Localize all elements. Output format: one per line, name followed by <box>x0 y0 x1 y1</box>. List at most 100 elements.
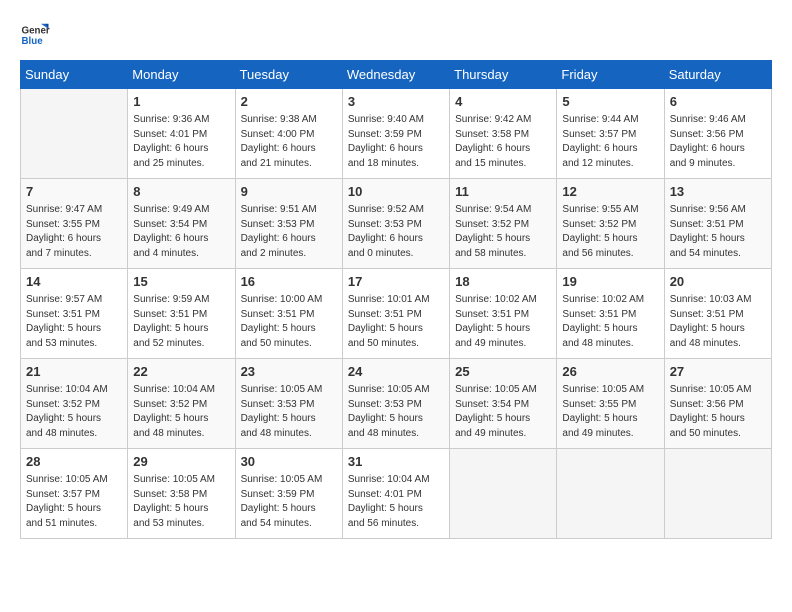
day-content: Sunrise: 9:49 AM Sunset: 3:54 PM Dayligh… <box>133 203 229 261</box>
day-number: 20 <box>670 273 766 291</box>
calendar-cell: 2 Sunrise: 9:38 AM Sunset: 4:00 PM Daylig… <box>235 89 342 179</box>
calendar-cell: 4 Sunrise: 9:42 AM Sunset: 3:58 PM Daylig… <box>450 89 557 179</box>
logo-icon: General Blue <box>20 20 50 50</box>
calendar-cell: 31 Sunrise: 10:04 AM Sunset: 4:01 PM Dayl… <box>342 449 449 539</box>
calendar-cell: 5 Sunrise: 9:44 AM Sunset: 3:57 PM Daylig… <box>557 89 664 179</box>
calendar-week-5: 28 Sunrise: 10:05 AM Sunset: 3:57 PM Dayl… <box>21 449 772 539</box>
day-content: Sunrise: 9:44 AM Sunset: 3:57 PM Dayligh… <box>562 113 658 171</box>
day-content: Sunrise: 10:04 AM Sunset: 3:52 PM Daylig… <box>26 383 122 441</box>
svg-text:General: General <box>22 26 51 37</box>
day-number: 4 <box>455 93 551 111</box>
calendar-cell: 16Sunrise: 10:00 AM Sunset: 3:51 PM Dayl… <box>235 269 342 359</box>
day-number: 7 <box>26 183 122 201</box>
day-content: Sunrise: 10:05 AM Sunset: 3:58 PM Daylig… <box>133 473 229 531</box>
day-content: Sunrise: 10:05 AM Sunset: 3:56 PM Daylig… <box>670 383 766 441</box>
calendar-cell <box>21 89 128 179</box>
logo: General Blue <box>20 20 50 50</box>
day-number: 11 <box>455 183 551 201</box>
calendar-cell: 6 Sunrise: 9:46 AM Sunset: 3:56 PM Daylig… <box>664 89 771 179</box>
calendar-cell: 9 Sunrise: 9:51 AM Sunset: 3:53 PM Daylig… <box>235 179 342 269</box>
day-content: Sunrise: 9:56 AM Sunset: 3:51 PM Dayligh… <box>670 203 766 261</box>
day-header-thursday: Thursday <box>450 61 557 89</box>
day-content: Sunrise: 10:05 AM Sunset: 3:54 PM Daylig… <box>455 383 551 441</box>
day-header-monday: Monday <box>128 61 235 89</box>
calendar-cell <box>450 449 557 539</box>
calendar-cell: 23Sunrise: 10:05 AM Sunset: 3:53 PM Dayl… <box>235 359 342 449</box>
day-content: Sunrise: 9:42 AM Sunset: 3:58 PM Dayligh… <box>455 113 551 171</box>
day-number: 14 <box>26 273 122 291</box>
calendar-cell: 7Sunrise: 9:47 AM Sunset: 3:55 PM Daylig… <box>21 179 128 269</box>
day-content: Sunrise: 9:54 AM Sunset: 3:52 PM Dayligh… <box>455 203 551 261</box>
day-number: 10 <box>348 183 444 201</box>
day-number: 18 <box>455 273 551 291</box>
day-header-tuesday: Tuesday <box>235 61 342 89</box>
calendar-cell: 10 Sunrise: 9:52 AM Sunset: 3:53 PM Dayli… <box>342 179 449 269</box>
day-number: 12 <box>562 183 658 201</box>
day-number: 5 <box>562 93 658 111</box>
calendar-cell: 14 Sunrise: 9:57 AM Sunset: 3:51 PM Dayli… <box>21 269 128 359</box>
calendar-cell: 1Sunrise: 9:36 AM Sunset: 4:01 PM Daylig… <box>128 89 235 179</box>
calendar-cell: 22Sunrise: 10:04 AM Sunset: 3:52 PM Dayl… <box>128 359 235 449</box>
calendar-cell: 25Sunrise: 10:05 AM Sunset: 3:54 PM Dayl… <box>450 359 557 449</box>
day-content: Sunrise: 10:05 AM Sunset: 3:59 PM Daylig… <box>241 473 337 531</box>
day-number: 24 <box>348 363 444 381</box>
calendar-cell: 12 Sunrise: 9:55 AM Sunset: 3:52 PM Dayli… <box>557 179 664 269</box>
day-number: 3 <box>348 93 444 111</box>
calendar-week-1: 1Sunrise: 9:36 AM Sunset: 4:01 PM Daylig… <box>21 89 772 179</box>
day-number: 21 <box>26 363 122 381</box>
day-content: Sunrise: 10:03 AM Sunset: 3:51 PM Daylig… <box>670 293 766 351</box>
calendar-cell: 27 Sunrise: 10:05 AM Sunset: 3:56 PM Dayl… <box>664 359 771 449</box>
day-content: Sunrise: 10:04 AM Sunset: 4:01 PM Daylig… <box>348 473 444 531</box>
day-number: 15 <box>133 273 229 291</box>
day-number: 19 <box>562 273 658 291</box>
day-content: Sunrise: 10:01 AM Sunset: 3:51 PM Daylig… <box>348 293 444 351</box>
svg-text:Blue: Blue <box>22 36 44 47</box>
day-content: Sunrise: 10:02 AM Sunset: 3:51 PM Daylig… <box>455 293 551 351</box>
calendar-cell: 17 Sunrise: 10:01 AM Sunset: 3:51 PM Dayl… <box>342 269 449 359</box>
day-number: 28 <box>26 453 122 471</box>
day-number: 6 <box>670 93 766 111</box>
calendar-cell: 18 Sunrise: 10:02 AM Sunset: 3:51 PM Dayl… <box>450 269 557 359</box>
day-content: Sunrise: 9:40 AM Sunset: 3:59 PM Dayligh… <box>348 113 444 171</box>
calendar-cell: 19 Sunrise: 10:02 AM Sunset: 3:51 PM Dayl… <box>557 269 664 359</box>
calendar-cell: 20 Sunrise: 10:03 AM Sunset: 3:51 PM Dayl… <box>664 269 771 359</box>
calendar-cell: 26Sunrise: 10:05 AM Sunset: 3:55 PM Dayl… <box>557 359 664 449</box>
calendar-cell: 8 Sunrise: 9:49 AM Sunset: 3:54 PM Daylig… <box>128 179 235 269</box>
calendar-cell: 24Sunrise: 10:05 AM Sunset: 3:53 PM Dayl… <box>342 359 449 449</box>
day-number: 9 <box>241 183 337 201</box>
calendar-week-4: 21 Sunrise: 10:04 AM Sunset: 3:52 PM Dayl… <box>21 359 772 449</box>
day-content: Sunrise: 9:52 AM Sunset: 3:53 PM Dayligh… <box>348 203 444 261</box>
calendar-cell: 29Sunrise: 10:05 AM Sunset: 3:58 PM Dayl… <box>128 449 235 539</box>
day-content: Sunrise: 9:38 AM Sunset: 4:00 PM Dayligh… <box>241 113 337 171</box>
calendar-header-row: SundayMondayTuesdayWednesdayThursdayFrid… <box>21 61 772 89</box>
day-number: 13 <box>670 183 766 201</box>
calendar-cell: 15 Sunrise: 9:59 AM Sunset: 3:51 PM Dayli… <box>128 269 235 359</box>
day-number: 23 <box>241 363 337 381</box>
day-content: Sunrise: 9:55 AM Sunset: 3:52 PM Dayligh… <box>562 203 658 261</box>
calendar-cell: 13 Sunrise: 9:56 AM Sunset: 3:51 PM Dayli… <box>664 179 771 269</box>
calendar-cell: 3 Sunrise: 9:40 AM Sunset: 3:59 PM Daylig… <box>342 89 449 179</box>
day-content: Sunrise: 10:00 AM Sunset: 3:51 PM Daylig… <box>241 293 337 351</box>
calendar-cell: 30Sunrise: 10:05 AM Sunset: 3:59 PM Dayl… <box>235 449 342 539</box>
day-header-sunday: Sunday <box>21 61 128 89</box>
day-content: Sunrise: 10:05 AM Sunset: 3:57 PM Daylig… <box>26 473 122 531</box>
day-number: 27 <box>670 363 766 381</box>
day-content: Sunrise: 9:57 AM Sunset: 3:51 PM Dayligh… <box>26 293 122 351</box>
day-number: 8 <box>133 183 229 201</box>
day-number: 31 <box>348 453 444 471</box>
day-content: Sunrise: 10:02 AM Sunset: 3:51 PM Daylig… <box>562 293 658 351</box>
day-content: Sunrise: 9:51 AM Sunset: 3:53 PM Dayligh… <box>241 203 337 261</box>
day-number: 1 <box>133 93 229 111</box>
day-header-wednesday: Wednesday <box>342 61 449 89</box>
calendar-cell: 11 Sunrise: 9:54 AM Sunset: 3:52 PM Dayli… <box>450 179 557 269</box>
day-header-saturday: Saturday <box>664 61 771 89</box>
day-number: 22 <box>133 363 229 381</box>
day-content: Sunrise: 9:59 AM Sunset: 3:51 PM Dayligh… <box>133 293 229 351</box>
calendar-week-3: 14 Sunrise: 9:57 AM Sunset: 3:51 PM Dayli… <box>21 269 772 359</box>
day-content: Sunrise: 9:46 AM Sunset: 3:56 PM Dayligh… <box>670 113 766 171</box>
calendar-week-2: 7Sunrise: 9:47 AM Sunset: 3:55 PM Daylig… <box>21 179 772 269</box>
day-content: Sunrise: 10:05 AM Sunset: 3:55 PM Daylig… <box>562 383 658 441</box>
calendar-cell <box>664 449 771 539</box>
day-number: 17 <box>348 273 444 291</box>
day-number: 2 <box>241 93 337 111</box>
